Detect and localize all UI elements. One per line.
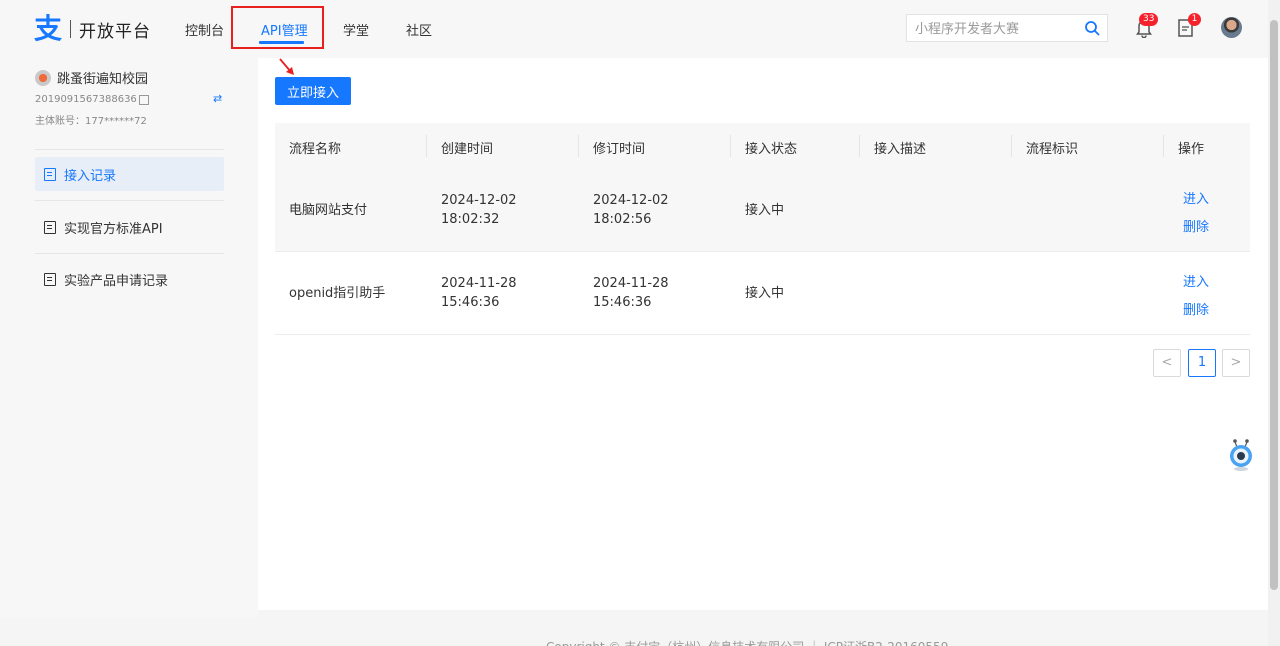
sidebar: 跳蚤街遍知校园 2019091567388636 ⇄ 主体账号：177*****… [0, 58, 258, 618]
notification-count-badge: 33 [1139, 13, 1159, 26]
copy-icon[interactable] [139, 95, 149, 105]
sidebar-item-official-api[interactable]: 实现官方标准API [35, 210, 224, 244]
sidebar-divider [35, 149, 224, 150]
column-header: 接入状态 [745, 142, 798, 157]
scrollbar-thumb[interactable] [1270, 20, 1278, 590]
sidebar-item-label: 接入记录 [64, 168, 117, 184]
pagination-page-1[interactable]: 1 [1188, 349, 1216, 377]
column-header: 修订时间 [593, 142, 646, 157]
document-list-icon [44, 167, 56, 181]
nav-api-management[interactable]: API管理 [261, 20, 308, 39]
annotation-arrow-icon [279, 58, 294, 75]
access-status: 接入中 [745, 286, 785, 301]
footer-copyright: Copyright © 支付宝（杭州）信息技术有限公司 ｜ ICP证浙B2-20… [546, 638, 948, 646]
pagination-next-button[interactable]: > [1222, 349, 1250, 377]
main-content: 立即接入 流程名称 创建时间 修订时间 接入状态 接入描述 流程标识 操作 电脑… [258, 58, 1268, 610]
todo-count-badge: 1 [1188, 13, 1201, 26]
nav-console[interactable]: 控制台 [185, 20, 224, 39]
column-divider [1011, 135, 1012, 157]
created-date: 2024-11-28 [441, 276, 517, 291]
sidebar-item-experimental-products[interactable]: 实验产品申请记录 [35, 262, 224, 296]
created-time: 15:46:36 [441, 295, 500, 310]
assistant-robot-icon[interactable] [1226, 436, 1256, 472]
page-scrollbar[interactable] [1268, 0, 1280, 646]
search-input[interactable] [915, 20, 1080, 38]
revised-date: 2024-12-02 [593, 193, 669, 208]
org-name: 跳蚤街遍知校园 [57, 72, 149, 87]
column-divider [578, 135, 579, 157]
search-icon[interactable] [1084, 20, 1100, 36]
sidebar-item-label: 实验产品申请记录 [64, 273, 169, 289]
logo-divider [70, 20, 71, 38]
sidebar-item-access-records[interactable]: 接入记录 [35, 157, 224, 191]
connect-now-button[interactable]: 立即接入 [275, 77, 351, 105]
flow-name: openid指引助手 [289, 286, 386, 301]
column-header: 接入描述 [874, 142, 927, 157]
document-list-icon [44, 272, 56, 286]
sidebar-item-label: 实现官方标准API [64, 221, 163, 237]
sidebar-divider [35, 253, 224, 254]
created-date: 2024-12-02 [441, 193, 517, 208]
delete-link[interactable]: 删除 [1183, 299, 1209, 318]
revised-time: 15:46:36 [593, 295, 652, 310]
alipay-logo-icon: 支 [34, 12, 63, 45]
created-time: 18:02:32 [441, 212, 500, 227]
table-header: 流程名称 创建时间 修订时间 接入状态 接入描述 流程标识 操作 [275, 123, 1250, 169]
records-table: 流程名称 创建时间 修订时间 接入状态 接入描述 流程标识 操作 电脑网站支付 … [275, 123, 1250, 335]
logo-text: 开放平台 [79, 21, 151, 42]
org-logo-icon [35, 69, 51, 86]
logo[interactable]: 支 开放平台 [34, 14, 151, 44]
column-header: 创建时间 [441, 142, 494, 157]
search-box [906, 14, 1108, 42]
enter-link[interactable]: 进入 [1183, 271, 1209, 290]
revised-date: 2024-11-28 [593, 276, 669, 291]
enter-link[interactable]: 进入 [1183, 188, 1209, 207]
switch-account-icon[interactable]: ⇄ [213, 92, 222, 105]
account-number: 主体账号：177******72 [35, 116, 147, 127]
flow-name: 电脑网站支付 [289, 203, 368, 218]
nav-academy[interactable]: 学堂 [343, 20, 369, 39]
column-header: 流程名称 [289, 142, 342, 157]
column-divider [730, 135, 731, 157]
sidebar-divider [35, 200, 224, 201]
org-id: 2019091567388636 [35, 94, 137, 105]
column-header: 流程标识 [1026, 142, 1079, 157]
nav-community[interactable]: 社区 [406, 20, 432, 39]
column-divider [1163, 135, 1164, 157]
column-header: 操作 [1178, 142, 1205, 157]
pagination-prev-button[interactable]: < [1153, 349, 1181, 377]
access-status: 接入中 [745, 203, 785, 218]
org-header: 跳蚤街遍知校园 [35, 68, 148, 87]
nav-active-underline [259, 41, 304, 44]
table-row: openid指引助手 2024-11-28 15:46:36 2024-11-2… [275, 252, 1250, 335]
table-row: 电脑网站支付 2024-12-02 18:02:32 2024-12-02 18… [275, 169, 1250, 252]
user-avatar[interactable] [1221, 17, 1242, 38]
revised-time: 18:02:56 [593, 212, 652, 227]
delete-link[interactable]: 删除 [1183, 216, 1209, 235]
column-divider [859, 135, 860, 157]
top-header: 支 开放平台 控制台 API管理 学堂 社区 33 1 [0, 0, 1268, 58]
column-divider [426, 135, 427, 157]
document-list-icon [44, 220, 56, 234]
